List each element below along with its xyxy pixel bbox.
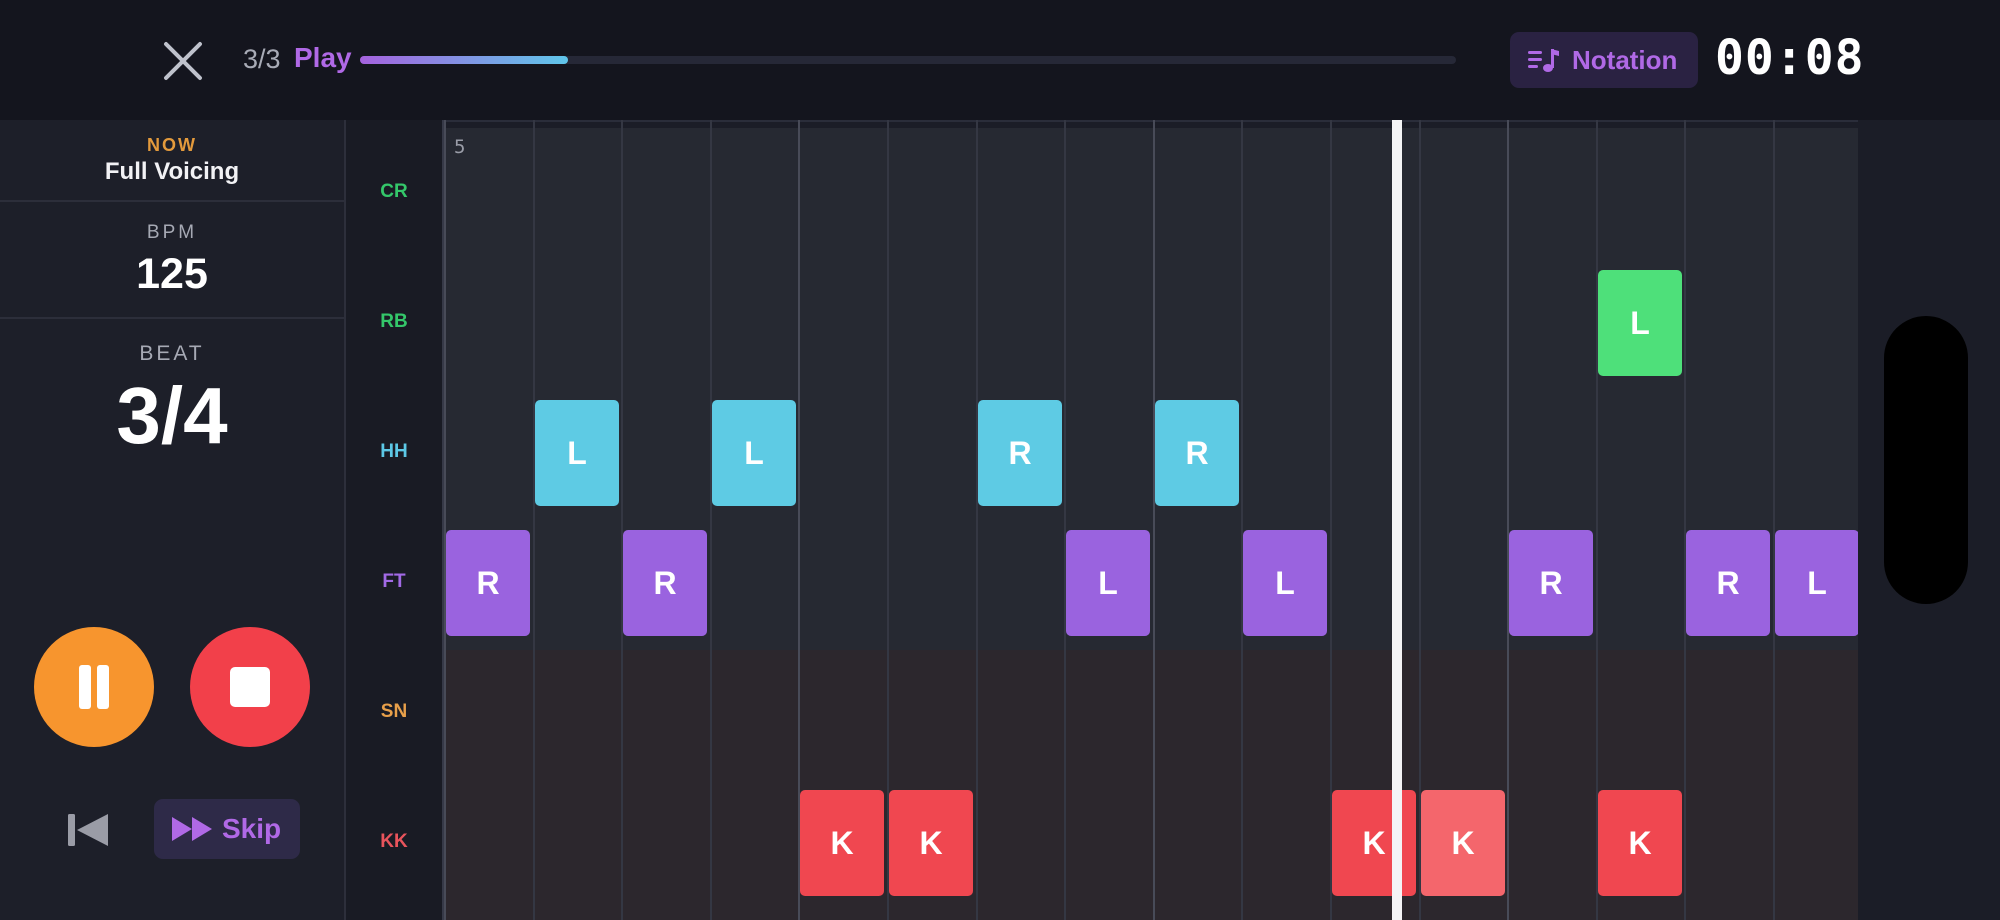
- exercise-counter: 3/3: [243, 44, 281, 74]
- scroll-handle[interactable]: [1884, 316, 1968, 604]
- step-line: [1153, 120, 1155, 920]
- elapsed-timer: 00:08: [1715, 30, 1865, 86]
- step-line: [1684, 120, 1686, 920]
- note-ft[interactable]: R: [1509, 530, 1593, 636]
- music-notes-icon: [1528, 49, 1559, 72]
- note-kk[interactable]: K: [1421, 790, 1505, 896]
- now-label: NOW: [147, 135, 197, 155]
- instrument-label-ft: FT: [382, 571, 406, 592]
- skip-back-icon[interactable]: [68, 812, 110, 848]
- note-ft[interactable]: R: [1686, 530, 1770, 636]
- stop-button[interactable]: [190, 627, 310, 747]
- note-ft[interactable]: L: [1775, 530, 1858, 636]
- divider: [0, 317, 344, 319]
- instrument-label-kk: KK: [380, 831, 408, 852]
- note-hh[interactable]: R: [1155, 400, 1239, 506]
- note-kk[interactable]: K: [1332, 790, 1416, 896]
- step-line: [621, 120, 623, 920]
- note-rb[interactable]: L: [1598, 270, 1682, 376]
- note-hh[interactable]: L: [712, 400, 796, 506]
- instrument-labels: CR RB HH FT SN KK: [346, 120, 444, 920]
- top-bar: 3/3 Play Notation 00:08: [0, 0, 2000, 122]
- beat-value: 3/4: [116, 371, 228, 460]
- instrument-label-cr: CR: [380, 181, 408, 202]
- mode-label: Play: [294, 42, 352, 73]
- skip-label: Skip: [222, 813, 282, 844]
- step-line: [533, 120, 535, 920]
- progress-bar: [360, 56, 1456, 64]
- fast-forward-icon: [172, 817, 212, 841]
- note-hh[interactable]: L: [535, 400, 619, 506]
- bpm-label: BPM: [146, 222, 198, 243]
- progress-fill: [360, 56, 569, 64]
- sequencer-grid[interactable]: 5 LLLRRRRLLRRLKKKKK: [444, 120, 1858, 920]
- beat-label: BEAT: [139, 342, 205, 365]
- section-name: Full Voicing: [104, 158, 240, 185]
- note-ft[interactable]: L: [1066, 530, 1150, 636]
- step-line: [710, 120, 712, 920]
- notation-label: Notation: [1572, 45, 1678, 75]
- note-kk[interactable]: K: [889, 790, 973, 896]
- pause-button[interactable]: [34, 627, 154, 747]
- note-ft[interactable]: R: [446, 530, 530, 636]
- note-ft[interactable]: L: [1243, 530, 1327, 636]
- bpm-value: 125: [136, 250, 208, 298]
- playhead: [1392, 120, 1402, 920]
- close-icon[interactable]: [160, 38, 206, 84]
- step-line: [444, 120, 446, 920]
- skip-button[interactable]: Skip: [154, 799, 300, 859]
- divider: [0, 200, 344, 202]
- step-line: [1241, 120, 1243, 920]
- step-line: [1507, 120, 1509, 920]
- note-kk[interactable]: K: [1598, 790, 1682, 896]
- instrument-label-sn: SN: [380, 701, 408, 722]
- status-panel: NOW Full Voicing BPM 125 BEAT 3/4 Skip: [0, 120, 346, 920]
- step-line: [976, 120, 978, 920]
- note-ft[interactable]: R: [623, 530, 707, 636]
- bar-number: 5: [454, 136, 466, 158]
- note-hh[interactable]: R: [978, 400, 1062, 506]
- notation-button[interactable]: Notation: [1510, 32, 1698, 88]
- instrument-label-hh: HH: [380, 441, 408, 462]
- instrument-label-rb: RB: [380, 311, 408, 332]
- note-kk[interactable]: K: [800, 790, 884, 896]
- step-line: [1773, 120, 1775, 920]
- step-line: [1064, 120, 1066, 920]
